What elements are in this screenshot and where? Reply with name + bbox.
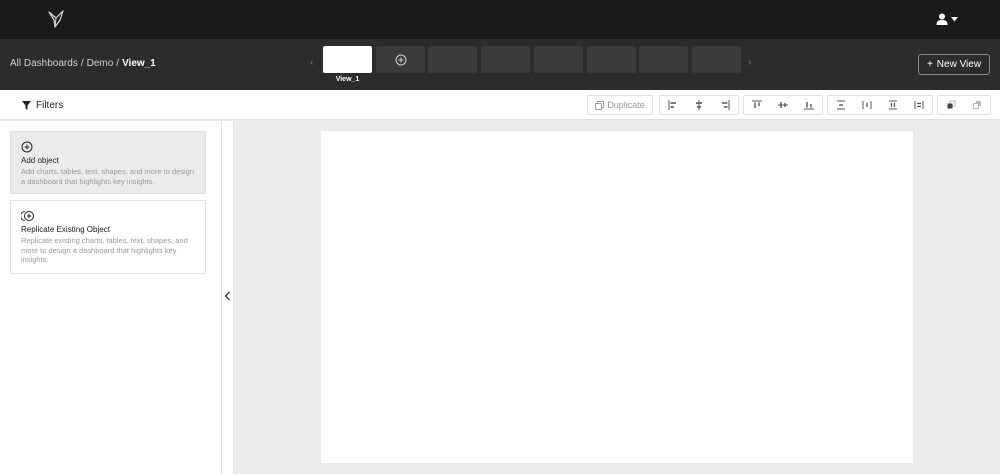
view-thumbnail-empty[interactable] <box>428 46 477 73</box>
breadcrumb-current: View_1 <box>122 58 156 69</box>
breadcrumb: All Dashboards / Demo / View_1 <box>10 58 156 69</box>
align-middle-button[interactable] <box>770 96 796 114</box>
breadcrumb-separator: / <box>116 58 120 69</box>
view-bar: All Dashboards / Demo / View_1 ‹ View_1 › + … <box>0 39 1000 90</box>
add-object-title: Add object <box>21 156 59 165</box>
new-view-button[interactable]: + New View <box>918 54 990 75</box>
align-left-icon <box>668 100 676 110</box>
breadcrumb-separator: / <box>80 58 84 69</box>
align-right-icon <box>722 100 730 110</box>
distribute-horizontal-button[interactable] <box>854 96 880 114</box>
match-width-icon <box>889 100 897 110</box>
replicate-object-title: Replicate Existing Object <box>21 225 110 234</box>
caret-down-icon <box>951 16 958 21</box>
send-backward-icon <box>973 101 981 109</box>
view-thumbnail-empty[interactable] <box>639 46 688 73</box>
add-object-description: Add charts, tables, text, shapes, and mo… <box>21 167 195 186</box>
duplicate-button[interactable]: Duplicate <box>587 95 653 115</box>
horizontal-align-group <box>659 95 739 115</box>
distribute-vertical-button[interactable] <box>828 96 854 114</box>
add-view-thumbnail[interactable] <box>376 46 425 73</box>
replicate-object-card[interactable]: Replicate Existing Object Replicate exis… <box>10 200 206 274</box>
filters-label: Filters <box>36 99 64 111</box>
match-height-button[interactable] <box>906 96 932 114</box>
chevron-left-icon <box>224 291 230 301</box>
distribute-horizontal-icon <box>862 101 872 109</box>
views-next-arrow[interactable]: › <box>748 57 751 68</box>
align-right-button[interactable] <box>712 96 738 114</box>
distribute-vertical-icon <box>837 100 845 110</box>
match-height-icon <box>914 101 924 109</box>
panel-collapse-handle[interactable] <box>222 121 234 474</box>
bird-logo-icon[interactable] <box>46 9 66 29</box>
view-thumbnail-empty[interactable] <box>587 46 636 73</box>
views-prev-arrow[interactable]: ‹ <box>310 57 313 68</box>
send-backward-button[interactable] <box>964 96 990 114</box>
align-middle-icon <box>778 102 788 108</box>
bring-forward-button[interactable] <box>938 96 964 114</box>
align-bottom-button[interactable] <box>796 96 822 114</box>
match-width-button[interactable] <box>880 96 906 114</box>
copy-icon <box>595 100 605 110</box>
add-object-card[interactable]: Add object Add charts, tables, text, sha… <box>10 131 206 194</box>
align-bottom-icon <box>804 102 814 110</box>
view-thumbnail-active[interactable] <box>323 46 372 73</box>
view-thumbnail-label: View_1 <box>335 76 360 83</box>
replicate-icon <box>21 211 34 221</box>
filters-button[interactable]: Filters <box>10 95 75 115</box>
user-menu[interactable] <box>936 11 958 27</box>
bring-forward-icon <box>947 100 956 109</box>
funnel-icon <box>22 100 31 110</box>
breadcrumb-demo[interactable]: Demo <box>87 58 114 69</box>
view-thumbnail-empty[interactable] <box>692 46 741 73</box>
vertical-align-group <box>743 95 823 115</box>
align-top-icon <box>752 100 762 108</box>
view-thumbnail-empty[interactable] <box>534 46 583 73</box>
align-center-h-button[interactable] <box>686 96 712 114</box>
align-left-button[interactable] <box>660 96 686 114</box>
plus-circle-icon <box>21 141 33 153</box>
user-icon <box>936 13 948 25</box>
breadcrumb-all-dashboards[interactable]: All Dashboards <box>10 58 78 69</box>
toolbar: Filters Duplicate <box>0 90 1000 120</box>
replicate-object-description: Replicate existing charts, tables, text,… <box>21 236 188 264</box>
plus-circle-icon <box>395 54 406 65</box>
object-panel: Add object Add charts, tables, text, sha… <box>0 121 222 474</box>
new-view-label: New View <box>936 59 982 70</box>
align-top-button[interactable] <box>744 96 770 114</box>
layer-order-group <box>937 95 991 115</box>
plus-icon: + <box>926 59 933 70</box>
align-center-h-icon <box>696 100 702 110</box>
dashboard-canvas[interactable] <box>321 131 913 463</box>
distribute-group <box>827 95 933 115</box>
duplicate-label: Duplicate <box>607 100 645 110</box>
view-thumbnail-empty[interactable] <box>481 46 530 73</box>
top-bar <box>0 0 1000 39</box>
